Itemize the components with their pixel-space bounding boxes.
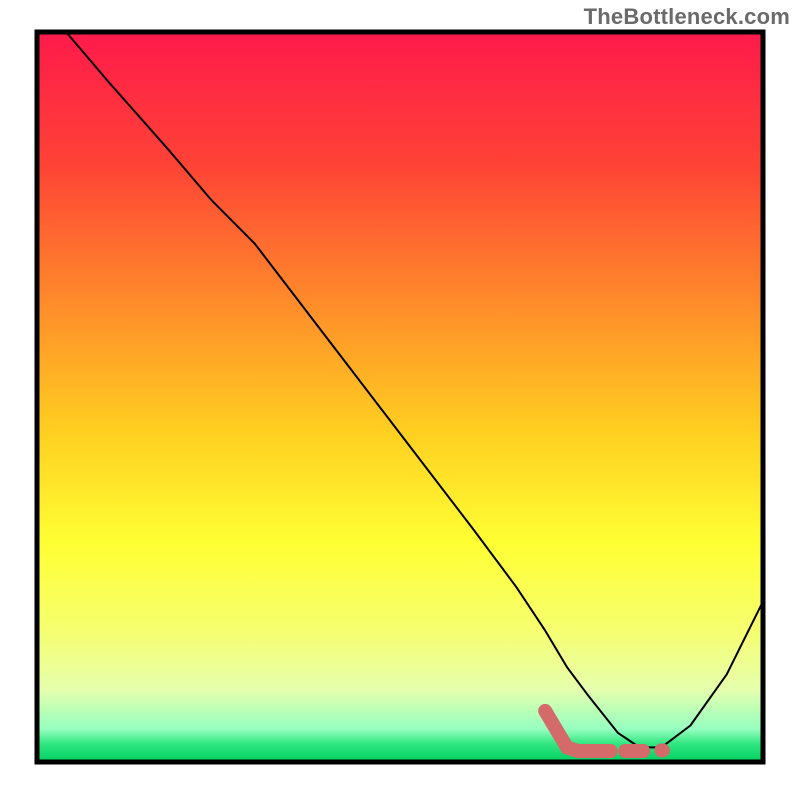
chart-svg [0,0,800,800]
chart-frame: TheBottleneck.com [0,0,800,800]
plot-gradient-panel [37,32,763,762]
